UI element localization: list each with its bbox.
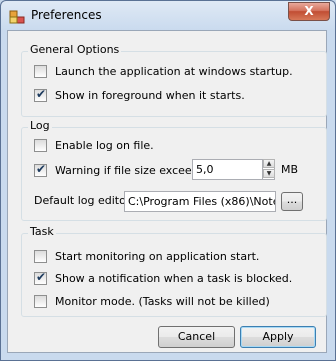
monitor-mode-checkbox[interactable] bbox=[34, 294, 47, 308]
start-monitoring-checkbox[interactable] bbox=[34, 249, 47, 263]
show-foreground-option[interactable]: ✔ Show in foreground when it starts. bbox=[34, 87, 245, 103]
task-group-title: Task bbox=[28, 225, 56, 239]
checkmark-icon: ✔ bbox=[36, 86, 47, 101]
log-editor-path-input[interactable]: C:\Program Files (x86)\Notepad bbox=[124, 191, 276, 212]
launch-at-startup-checkbox[interactable] bbox=[34, 64, 47, 78]
dialog-body: General Options Launch the application a… bbox=[7, 30, 327, 353]
enable-log-checkbox[interactable] bbox=[34, 138, 47, 152]
enable-log-label: Enable log on file. bbox=[55, 138, 154, 152]
launch-at-startup-label: Launch the application at windows startu… bbox=[55, 64, 293, 78]
checkmark-icon: ✔ bbox=[36, 269, 47, 284]
general-options-title: General Options bbox=[28, 43, 122, 57]
cancel-button[interactable]: Cancel bbox=[158, 326, 235, 348]
log-group-title: Log bbox=[28, 119, 52, 133]
warning-size-checkbox[interactable]: ✔ bbox=[34, 161, 47, 177]
title-bar[interactable]: Preferences X bbox=[1, 1, 335, 31]
file-size-unit: MB bbox=[281, 163, 299, 176]
warning-size-option[interactable]: ✔ Warning if file size exceeds: bbox=[34, 162, 208, 178]
show-foreground-label: Show in foreground when it starts. bbox=[55, 88, 245, 102]
launch-at-startup-option[interactable]: Launch the application at windows startu… bbox=[34, 63, 293, 79]
monitor-mode-option[interactable]: Monitor mode. (Tasks will not be killed) bbox=[34, 293, 270, 309]
enable-log-option[interactable]: Enable log on file. bbox=[34, 137, 154, 153]
window-title: Preferences bbox=[31, 8, 102, 22]
start-monitoring-label: Start monitoring on application start. bbox=[55, 249, 260, 263]
apply-button[interactable]: Apply bbox=[240, 326, 316, 348]
file-size-spinner[interactable]: ▲ ▼ bbox=[262, 159, 275, 179]
start-monitoring-option[interactable]: Start monitoring on application start. bbox=[34, 248, 259, 264]
show-notification-label: Show a notification when a task is block… bbox=[55, 271, 293, 285]
spin-up-icon[interactable]: ▲ bbox=[263, 159, 275, 168]
default-editor-label: Default log editor: bbox=[34, 194, 134, 207]
show-notification-option[interactable]: ✔ Show a notification when a task is blo… bbox=[34, 270, 292, 286]
browse-button[interactable]: ... bbox=[281, 192, 303, 211]
warning-size-label: Warning if file size exceeds: bbox=[55, 163, 209, 177]
show-foreground-checkbox[interactable]: ✔ bbox=[34, 86, 47, 102]
checkmark-icon: ✔ bbox=[36, 161, 47, 176]
spin-down-icon[interactable]: ▼ bbox=[263, 169, 275, 178]
monitor-mode-label: Monitor mode. (Tasks will not be killed) bbox=[55, 294, 270, 308]
app-icon bbox=[9, 10, 25, 24]
close-button[interactable]: X bbox=[288, 2, 330, 21]
show-notification-checkbox[interactable]: ✔ bbox=[34, 269, 47, 285]
general-options-group bbox=[21, 51, 327, 117]
